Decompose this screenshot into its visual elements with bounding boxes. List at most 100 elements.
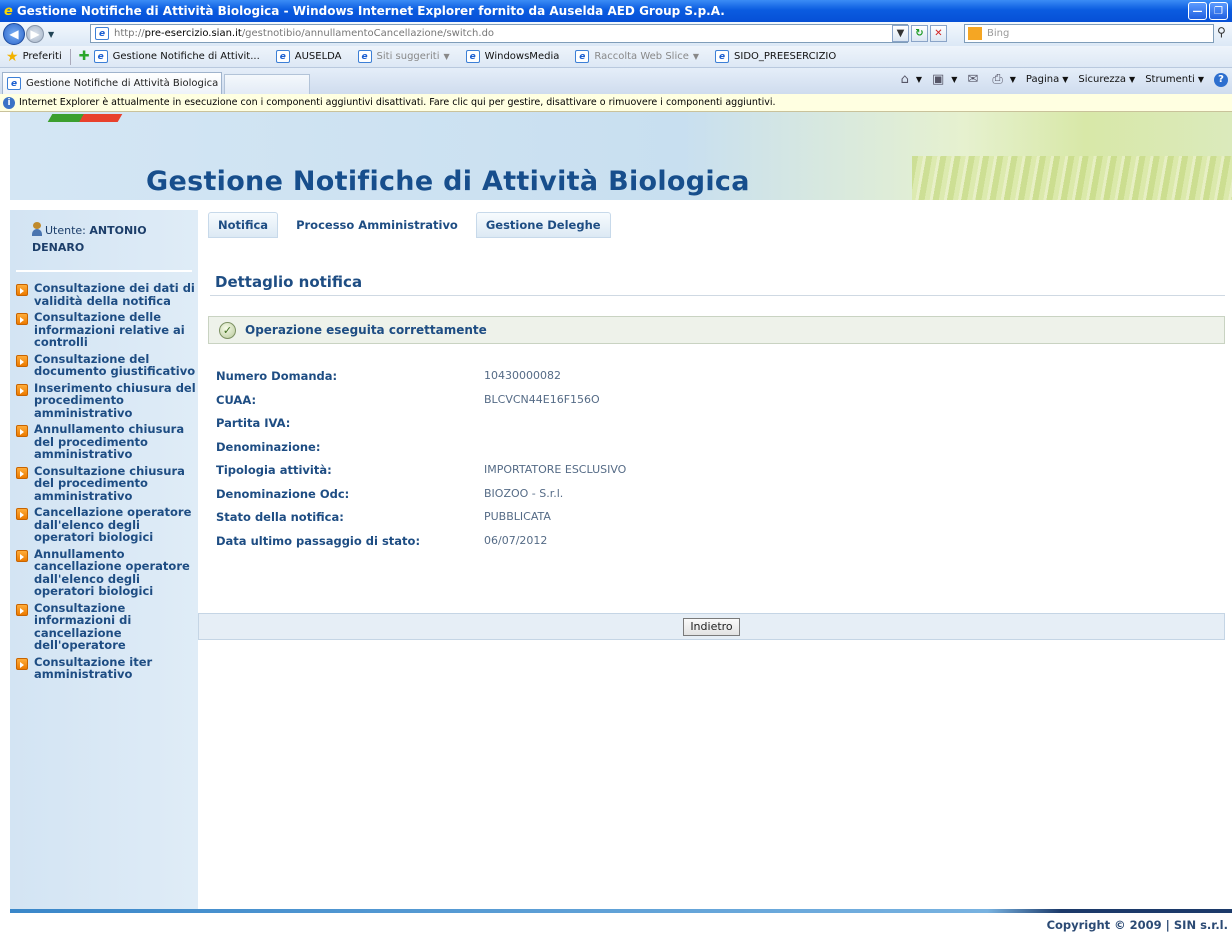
user-info: Utente: ANTONIO DENARO bbox=[32, 222, 192, 256]
divider bbox=[69, 48, 71, 65]
sidebar-item-consultazione-chiusura[interactable]: Consultazione chiusura del procedimento … bbox=[16, 464, 196, 503]
information-bar[interactable]: i Internet Explorer è attualmente in ese… bbox=[0, 94, 1232, 112]
detail-label: Tipologia attività: bbox=[216, 463, 332, 477]
ie-logo-icon: e bbox=[4, 3, 13, 19]
page-icon: e bbox=[465, 50, 480, 63]
search-input[interactable]: Bing bbox=[964, 24, 1214, 43]
tab-processo-amministrativo[interactable]: Processo Amministrativo bbox=[286, 212, 468, 238]
detail-row-stato-notifica: Stato della notifica: PUBBLICATA bbox=[216, 510, 916, 534]
arrow-bullet-icon bbox=[16, 383, 28, 396]
back-nav-button[interactable]: ◀ bbox=[3, 23, 25, 45]
sidebar-item-dati-validita[interactable]: Consultazione dei dati di validità della… bbox=[16, 282, 196, 307]
search-placeholder: Bing bbox=[987, 28, 1010, 39]
user-prefix: Utente: bbox=[45, 224, 86, 237]
sidebar-item-annullamento-chiusura[interactable]: Annullamento chiusura del procedimento a… bbox=[16, 423, 196, 461]
success-message-box: ✓ Operazione eseguita correttamente bbox=[208, 316, 1225, 344]
favorite-link[interactable]: e WindowsMedia bbox=[465, 50, 559, 63]
detail-row-data-ultimo-passaggio: Data ultimo passaggio di stato: 06/07/201… bbox=[216, 534, 916, 558]
sidebar-item-annullamento-cancellazione[interactable]: Annullamento cancellazione operatore dal… bbox=[16, 547, 196, 598]
printer-icon: ⎙ bbox=[992, 72, 1003, 87]
infobar-text: Internet Explorer è attualmente in esecu… bbox=[19, 97, 776, 108]
success-message: Operazione eseguita correttamente bbox=[245, 323, 487, 337]
detail-value: PUBBLICATA bbox=[484, 510, 551, 523]
favorite-link[interactable]: e AUSELDA bbox=[275, 50, 342, 63]
action-bar: Indietro bbox=[198, 613, 1225, 640]
address-bar-row: ◀ ▶ ▼ e http://pre-esercizio.sian.it/ges… bbox=[0, 22, 1232, 46]
arrow-bullet-icon bbox=[16, 603, 28, 616]
chevron-down-icon: ▼ bbox=[443, 52, 450, 61]
address-dropdown-icon[interactable]: ▼ bbox=[892, 25, 909, 42]
mail-icon: ✉ bbox=[967, 72, 979, 87]
stop-icon[interactable]: ✕ bbox=[930, 25, 947, 42]
home-icon: ⌂ bbox=[900, 72, 909, 87]
sidebar-item-controlli[interactable]: Consultazione delle informazioni relativ… bbox=[16, 311, 196, 349]
favorite-link[interactable]: e Siti suggeriti ▼ bbox=[357, 50, 450, 63]
copyright: Copyright © 2009 | SIN s.r.l. bbox=[1046, 918, 1228, 932]
refresh-icon[interactable]: ↻ bbox=[911, 25, 928, 42]
favorite-link[interactable]: e Gestione Notifiche di Attivit... bbox=[93, 50, 260, 63]
page-icon: e bbox=[95, 27, 109, 40]
arrow-bullet-icon bbox=[16, 466, 28, 479]
address-buttons: ▼ ↻ ✕ bbox=[892, 25, 947, 42]
feeds-button[interactable]: ▣ ▼ bbox=[932, 72, 957, 87]
sidebar-item-inserimento-chiusura[interactable]: Inserimento chiusura del procedimento am… bbox=[16, 381, 196, 420]
page-icon: e bbox=[357, 50, 372, 63]
minimize-button[interactable]: — bbox=[1188, 2, 1207, 20]
page-title: Dettaglio notifica bbox=[215, 273, 363, 291]
tab-gestione-deleghe[interactable]: Gestione Deleghe bbox=[475, 212, 611, 238]
chevron-down-icon: ▼ bbox=[692, 52, 700, 61]
print-button[interactable]: ⎙ ▼ bbox=[992, 72, 1016, 87]
detail-value: 10430000082 bbox=[484, 369, 561, 382]
url-path: /gestnotibio/annullamentoCancellazione/s… bbox=[241, 28, 495, 39]
home-button[interactable]: ⌂ ▼ bbox=[901, 72, 922, 87]
sidebar-item-cancellazione-operatore[interactable]: Cancellazione operatore dall'elenco degl… bbox=[16, 506, 196, 544]
search-icon[interactable]: ⚲ bbox=[1217, 25, 1226, 39]
sidebar-item-informazioni-cancellazione[interactable]: Consultazione informazioni di cancellazi… bbox=[16, 601, 196, 652]
detail-row-cuaa: CUAA: BLCVCN44E16F156O bbox=[216, 393, 916, 417]
safety-menu[interactable]: Sicurezza ▼ bbox=[1078, 74, 1135, 85]
info-icon: i bbox=[3, 96, 15, 109]
url-domain: pre-esercizio.sian.it bbox=[144, 28, 242, 39]
detail-label: CUAA: bbox=[216, 392, 257, 407]
favorites-bar: ★ Preferiti ✚ e Gestione Notifiche di Att… bbox=[0, 46, 1232, 68]
detail-label: Denominazione Odc: bbox=[216, 486, 350, 501]
page-icon: e bbox=[275, 50, 290, 63]
page-menu[interactable]: Pagina ▼ bbox=[1026, 74, 1068, 85]
page-icon: e bbox=[575, 50, 590, 63]
detail-label: Denominazione: bbox=[216, 439, 321, 454]
restore-button[interactable]: ❐ bbox=[1209, 2, 1228, 20]
help-icon[interactable]: ? bbox=[1214, 72, 1228, 87]
page-icon: e bbox=[715, 50, 730, 63]
bing-icon bbox=[968, 27, 982, 40]
site-logo bbox=[47, 114, 123, 122]
arrow-bullet-icon bbox=[16, 657, 28, 670]
page-icon: e bbox=[7, 77, 21, 90]
sidebar-item-documento-giustificativo[interactable]: Consultazione del documento giustificati… bbox=[16, 352, 196, 378]
favorites-star-icon[interactable]: ★ bbox=[6, 49, 19, 65]
detail-value: 06/07/2012 bbox=[484, 533, 548, 547]
detail-value: BLCVCN44E16F156O bbox=[484, 392, 600, 406]
new-tab-button[interactable] bbox=[224, 74, 310, 94]
favorite-link[interactable]: e Raccolta Web Slice ▼ bbox=[575, 50, 699, 63]
main-tabs: Notifica Processo Amministrativo Gestion… bbox=[208, 212, 611, 238]
detail-label: Partita IVA: bbox=[216, 416, 291, 430]
favorites-button[interactable]: Preferiti bbox=[23, 51, 62, 62]
mail-button[interactable]: ✉ bbox=[967, 72, 982, 87]
detail-value: BIOZOO - S.r.l. bbox=[484, 486, 564, 500]
site-header: Gestione Notifiche di Attività Biologica bbox=[10, 112, 1232, 200]
add-favorite-icon[interactable]: ✚ bbox=[79, 49, 90, 64]
back-button[interactable]: Indietro bbox=[683, 617, 740, 636]
forward-nav-button[interactable]: ▶ bbox=[26, 25, 44, 43]
window-title: Gestione Notifiche di Attività Biologica… bbox=[16, 4, 725, 18]
site-title: Gestione Notifiche di Attività Biologica bbox=[146, 166, 750, 197]
history-dropdown-icon[interactable]: ▼ bbox=[48, 30, 54, 39]
address-input[interactable]: e http://pre-esercizio.sian.it/gestnotib… bbox=[90, 24, 908, 43]
detail-row-denominazione-odc: Denominazione Odc: BIOZOO - S.r.l. bbox=[216, 487, 916, 511]
tools-menu[interactable]: Strumenti ▼ bbox=[1145, 74, 1204, 85]
sidebar-item-iter-amministrativo[interactable]: Consultazione iter amministrativo bbox=[16, 655, 196, 681]
favorite-link[interactable]: e SIDO_PREESERCIZIO bbox=[715, 50, 836, 63]
detail-label: Data ultimo passaggio di stato: bbox=[216, 533, 421, 548]
tab-notifica[interactable]: Notifica bbox=[208, 212, 279, 238]
browser-tab-active[interactable]: e Gestione Notifiche di Attività Biologi… bbox=[2, 72, 222, 94]
detail-row-tipologia-attivita: Tipologia attività: IMPORTATORE ESCLUSIVO bbox=[216, 463, 916, 487]
